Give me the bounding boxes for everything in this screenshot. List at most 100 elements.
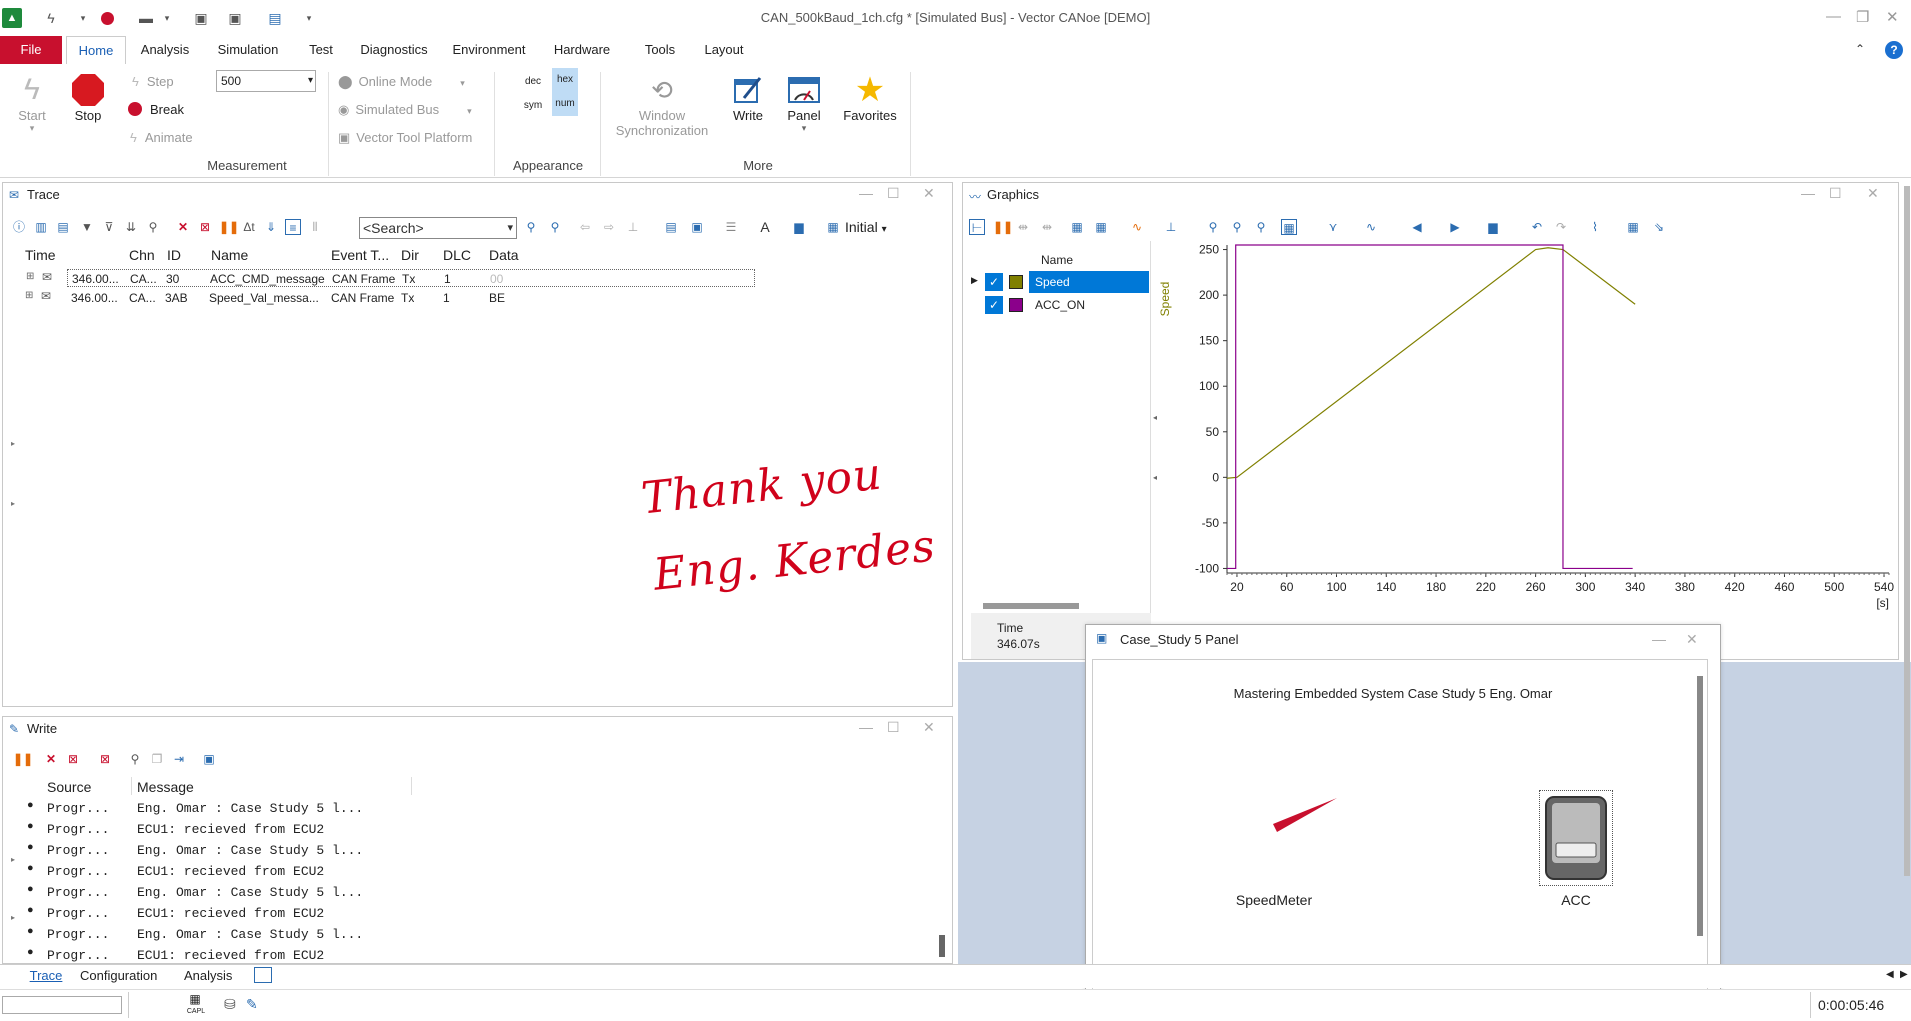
maximize-icon[interactable]: ☐	[1829, 185, 1842, 202]
online-mode-button[interactable]: ⬤ Online Mode ▾	[338, 74, 465, 90]
collapse-ribbon-icon[interactable]: ⌃	[1855, 42, 1865, 56]
zoom-mode-icon[interactable]: ▦	[1281, 219, 1297, 235]
details-icon[interactable]: ▤	[55, 219, 71, 235]
vertical-scrollbar[interactable]	[1697, 676, 1703, 936]
info-icon[interactable]: ⓘ	[11, 219, 27, 235]
splitter-arrow-icon[interactable]: ▸	[11, 439, 15, 448]
tab-test[interactable]: Test	[298, 36, 344, 64]
view-icon[interactable]: ▆	[791, 219, 807, 235]
splitter-arrow-icon[interactable]: ◂	[1153, 473, 1157, 482]
sym-toggle[interactable]: sym	[522, 96, 544, 116]
tab-file[interactable]: File	[0, 36, 62, 64]
filter-pass-icon[interactable]: ⊽	[101, 219, 117, 235]
help-icon[interactable]: ?	[1885, 41, 1903, 59]
scroll-icon[interactable]: ⇓	[263, 219, 279, 235]
window-synchronization-button[interactable]: ⟲ Window Synchronization	[608, 72, 716, 138]
splitter-arrow-icon[interactable]: ▸	[11, 913, 15, 922]
color-swatch[interactable]	[1009, 275, 1023, 289]
table-row[interactable]: ⊞ ✉ 346.00... CA... 3AB Speed_Val_messa.…	[25, 289, 755, 307]
signal-mode-icon[interactable]: ▦	[1093, 219, 1109, 235]
axis-icon[interactable]: ▦	[1625, 219, 1641, 235]
list-item[interactable]: ✓ ACC_ON	[971, 294, 1149, 316]
log-icon[interactable]: ▣	[201, 751, 217, 767]
log-icon[interactable]: ▣	[689, 219, 705, 235]
undo-icon[interactable]: ↶	[1529, 219, 1545, 235]
delete-icon[interactable]: ✕	[175, 219, 191, 235]
delta-time-icon[interactable]: Δt	[241, 219, 257, 235]
layout-icon[interactable]: ☰	[723, 219, 739, 235]
find-next-icon[interactable]: ⚲	[547, 219, 563, 235]
signal-layout-icon[interactable]: ▦	[1069, 219, 1085, 235]
arrow-left-icon[interactable]: ◀	[1886, 969, 1894, 980]
minimize-icon[interactable]: —	[859, 185, 873, 201]
close-icon[interactable]: ✕	[923, 719, 935, 736]
column-header-source[interactable]: Source	[47, 779, 91, 795]
speedometer-needle-icon[interactable]	[1271, 794, 1341, 834]
column-header-name[interactable]: Name	[1041, 253, 1073, 267]
minimize-icon[interactable]: —	[1801, 185, 1815, 201]
zoom-in-icon[interactable]: ⚲	[1229, 219, 1245, 235]
clear-icon[interactable]: ⊠	[65, 751, 81, 767]
tab-layout[interactable]: Layout	[696, 36, 752, 64]
acc-switch[interactable]	[1539, 790, 1613, 886]
tab-simulation[interactable]: Simulation	[212, 36, 284, 64]
restore-button[interactable]: ❐	[1856, 8, 1869, 26]
arrow-left-icon[interactable]: ⇦	[577, 219, 593, 235]
color-swatch[interactable]	[1009, 298, 1023, 312]
pause-icon[interactable]: ❚❚	[993, 219, 1013, 235]
redo-icon[interactable]: ↷	[1553, 219, 1569, 235]
pause-icon[interactable]: ❚❚	[13, 751, 33, 767]
cursor-icon[interactable]: ⊢	[969, 219, 985, 235]
initial-dropdown[interactable]: Initial ▾	[845, 219, 887, 235]
new-desktop-icon[interactable]	[254, 967, 272, 983]
close-icon[interactable]: ✕	[923, 185, 935, 202]
export-icon[interactable]: ▤	[663, 219, 679, 235]
splitter-arrow-icon[interactable]: ◂	[1153, 413, 1157, 422]
database-icon[interactable]: ⛁	[224, 996, 236, 1013]
expand-icon[interactable]: ⊞	[26, 271, 34, 282]
tab-trace[interactable]: Trace	[22, 968, 70, 983]
maximize-icon[interactable]: ☐	[887, 719, 900, 736]
step-button[interactable]: ϟ Step	[132, 74, 174, 89]
capl-icon[interactable]: ▦	[186, 992, 204, 1006]
arrow-right-icon[interactable]: ▶	[1900, 969, 1908, 980]
arrow-left-icon[interactable]: ◀	[1409, 219, 1425, 235]
main-vertical-scrollbar[interactable]	[1904, 186, 1910, 876]
favorites-button[interactable]: ★ Favorites	[840, 72, 900, 123]
export-icon[interactable]: ⇥	[171, 751, 187, 767]
graphics-chart[interactable]: Speed250200150100500-50-10020 60 100 140 180…	[1159, 239, 1899, 649]
num-toggle[interactable]: num	[552, 92, 578, 116]
line-type-icon[interactable]: ∿	[1129, 219, 1145, 235]
columns-icon[interactable]: ⫴	[307, 219, 323, 235]
checkbox-icon[interactable]: ✓	[985, 296, 1003, 314]
tab-environment[interactable]: Environment	[448, 36, 530, 64]
tab-hardware[interactable]: Hardware	[548, 36, 616, 64]
column-header-event-type[interactable]: Event T...	[331, 247, 389, 263]
marker-icon[interactable]: ⊥	[625, 219, 641, 235]
copy-icon[interactable]: ❐	[149, 751, 165, 767]
close-button[interactable]: ✕	[1886, 8, 1899, 26]
column-header-id[interactable]: ID	[167, 247, 181, 263]
close-icon[interactable]: ✕	[1686, 631, 1698, 648]
sort-icon[interactable]: ⇊	[123, 219, 139, 235]
status-input[interactable]	[2, 996, 122, 1014]
zoom-out-icon[interactable]: ⚲	[1205, 219, 1221, 235]
stop-button[interactable]: Stop	[66, 72, 110, 123]
marker-icon[interactable]: ⊥	[1163, 219, 1179, 235]
measure-icon[interactable]: ⇹	[1039, 219, 1055, 235]
write-status-icon[interactable]: ✎	[246, 996, 258, 1013]
maximize-icon[interactable]: ☐	[887, 185, 900, 202]
chronological-icon[interactable]: ≡	[285, 219, 301, 235]
pause-icon[interactable]: ❚❚	[219, 219, 239, 235]
vector-tool-platform-button[interactable]: ▣ Vector Tool Platform	[338, 130, 472, 146]
tab-analysis-desktop[interactable]: Analysis	[184, 968, 232, 983]
column-header-name[interactable]: Name	[211, 247, 248, 263]
column-header-dir[interactable]: Dir	[401, 247, 419, 263]
splitter-arrow-icon[interactable]: ▸	[11, 855, 15, 864]
clear-icon[interactable]: ⊠	[197, 219, 213, 235]
tab-configuration[interactable]: Configuration	[80, 968, 157, 983]
zoom-fit-icon[interactable]: ⚲	[1253, 219, 1269, 235]
column-header-chn[interactable]: Chn	[129, 247, 155, 263]
tab-home[interactable]: Home	[66, 36, 126, 64]
expand-icon[interactable]: ⊞	[25, 290, 33, 301]
